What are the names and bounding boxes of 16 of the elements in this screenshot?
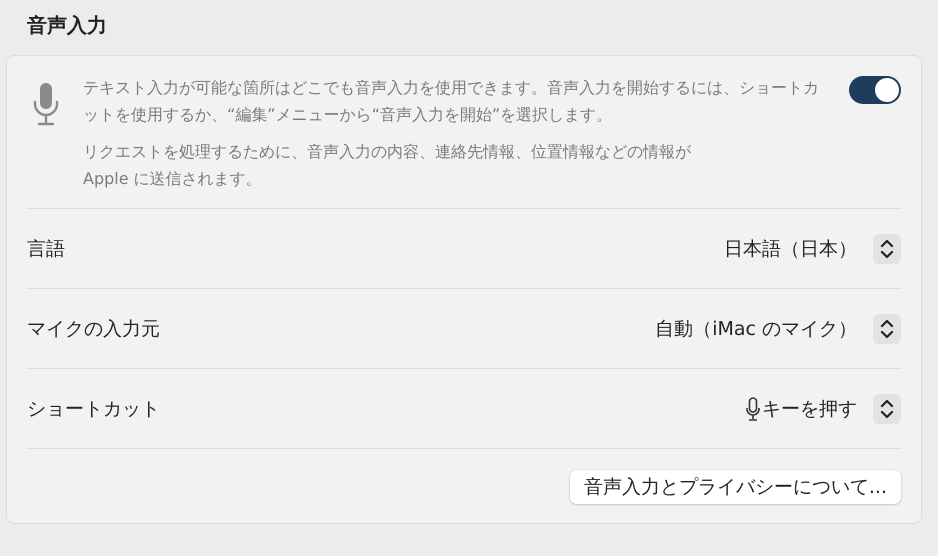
chevron-updown-icon[interactable]: [873, 234, 901, 264]
privacy-button[interactable]: 音声入力とプライバシーについて...: [570, 470, 901, 504]
microphone-icon: [746, 396, 760, 420]
chevron-updown-icon[interactable]: [873, 314, 901, 344]
section-title: 音声入力: [27, 12, 108, 39]
setting-label: 言語: [27, 236, 65, 262]
chevron-updown-icon[interactable]: [873, 394, 901, 424]
popup-value[interactable]: 自動（iMac のマイク）: [655, 316, 857, 342]
popup-value[interactable]: 日本語（日本）: [724, 236, 857, 262]
description-text: テキスト入力が可能な箇所はどこでも音声入力を使用できます。音声入力を開始するには、ショートカットを使用するか、“編集”メニューから“音声入力を開始”を選択します。: [83, 77, 820, 126]
microphone-icon: [33, 82, 59, 126]
setting-label: ショートカット: [27, 396, 160, 422]
popup-value[interactable]: キーを押す: [762, 396, 857, 422]
setting-label: マイクの入力元: [27, 316, 160, 342]
dictation-toggle[interactable]: [849, 76, 901, 104]
privacy-note: リクエストを処理するために、音声入力の内容、連絡先情報、位置情報などの情報がApple に送信されます。: [83, 141, 692, 190]
